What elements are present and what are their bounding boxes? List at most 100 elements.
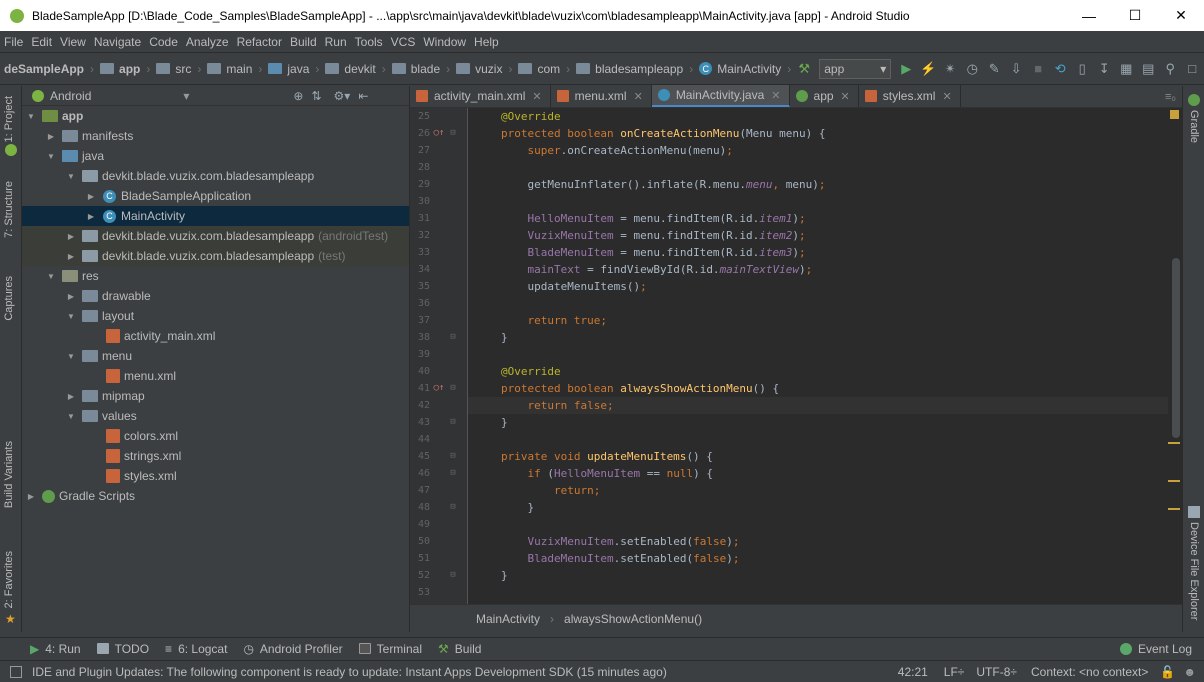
menu-window[interactable]: Window (419, 35, 470, 49)
collapse-arrow-icon[interactable]: ▼ (44, 152, 58, 161)
menu-code[interactable]: Code (145, 35, 182, 49)
expand-arrow-icon[interactable]: ▶ (64, 232, 78, 241)
inspector-icon[interactable]: ☻ (1179, 665, 1204, 679)
profile-icon[interactable]: ◷ (961, 58, 983, 80)
status-message[interactable]: IDE and Plugin Updates: The following co… (32, 665, 888, 679)
attach-debugger-icon[interactable]: ✎ (983, 58, 1005, 80)
menu-view[interactable]: View (56, 35, 90, 49)
menu-help[interactable]: Help (470, 35, 503, 49)
tree-node-drawable[interactable]: ▶ drawable (22, 286, 409, 306)
close-icon[interactable]: ✕ (771, 89, 780, 102)
menu-vcs[interactable]: VCS (387, 35, 420, 49)
fold-marker-icon[interactable]: ⊟ (446, 329, 460, 346)
warning-marker[interactable] (1168, 442, 1180, 444)
lock-icon[interactable]: 🔓 (1156, 665, 1179, 679)
collapse-arrow-icon[interactable]: ▼ (64, 172, 78, 181)
breadcrumb-app[interactable]: app (96, 62, 144, 76)
line-separator[interactable]: LF÷ (938, 665, 971, 679)
warning-marker[interactable] (1168, 508, 1180, 510)
gear-icon[interactable]: ⚙▾ (334, 89, 351, 103)
tab-styles-xml[interactable]: styles.xml ✕ (859, 85, 961, 107)
file-encoding[interactable]: UTF-8÷ (970, 665, 1023, 679)
fold-marker-icon[interactable]: ⊟ (446, 499, 460, 516)
breadcrumb-src[interactable]: src (152, 62, 195, 76)
tab-overflow-icon[interactable]: ≡₀ (1159, 91, 1182, 107)
chevron-down-icon[interactable]: ▾ (183, 89, 189, 103)
tab-activity-main-xml[interactable]: activity_main.xml ✕ (410, 85, 551, 107)
layout-inspector-icon[interactable]: ▤ (1137, 58, 1159, 80)
tree-node-styles-xml[interactable]: styles.xml (22, 466, 409, 486)
tree-node-manifests[interactable]: ▶ manifests (22, 126, 409, 146)
expand-arrow-icon[interactable]: ▶ (84, 192, 98, 201)
tree-node-package-androidtest[interactable]: ▶ devkit.blade.vuzix.com.bladesampleapp (a… (22, 226, 409, 246)
tree-node-menu[interactable]: ▼ menu (22, 346, 409, 366)
collapse-arrow-icon[interactable]: ▼ (64, 352, 78, 361)
breadcrumb-vuzix[interactable]: vuzix (452, 62, 506, 76)
close-icon[interactable]: ✕ (841, 90, 850, 103)
tree-node-res[interactable]: ▼ res (22, 266, 409, 286)
tab-app[interactable]: app ✕ (790, 85, 859, 107)
tree-node-gradle-scripts[interactable]: ▶ Gradle Scripts (22, 486, 409, 506)
run-tool-button[interactable]: ▶ 4: Run (0, 642, 89, 656)
fold-marker-icon[interactable]: ⊟ (446, 448, 460, 465)
terminal-tool-button[interactable]: Terminal (351, 642, 430, 656)
expand-arrow-icon[interactable]: ▶ (84, 212, 98, 221)
profiler-tool-button[interactable]: ◷ Android Profiler (235, 642, 350, 656)
code-area[interactable]: @Override protected boolean onCreateActi… (468, 108, 1168, 604)
tree-node-strings-xml[interactable]: strings.xml (22, 446, 409, 466)
gradle-tool-tab[interactable]: Gradle (1188, 110, 1200, 143)
tree-node-values[interactable]: ▼ values (22, 406, 409, 426)
breadcrumb-package[interactable]: bladesampleapp (572, 62, 687, 76)
breadcrumb-com[interactable]: com (514, 62, 564, 76)
avd-manager-icon[interactable]: ▯ (1071, 58, 1093, 80)
menu-edit[interactable]: Edit (27, 35, 56, 49)
menu-refactor[interactable]: Refactor (233, 35, 286, 49)
collapse-arrow-icon[interactable]: ▼ (44, 272, 58, 281)
menu-run[interactable]: Run (321, 35, 351, 49)
breadcrumb-mainactivity[interactable]: C MainActivity (695, 62, 785, 76)
fold-marker-icon[interactable]: ⊟ (446, 380, 460, 397)
expand-arrow-icon[interactable]: ▶ (64, 292, 78, 301)
todo-tool-button[interactable]: TODO (89, 642, 157, 656)
breadcrumb-project[interactable]: deSampleApp (0, 62, 88, 76)
tree-node-layout[interactable]: ▼ layout (22, 306, 409, 326)
tree-node-java[interactable]: ▼ java (22, 146, 409, 166)
close-button[interactable]: ✕ (1158, 0, 1204, 31)
override-marker-icon[interactable]: ◯↑ (432, 380, 446, 397)
logcat-tool-button[interactable]: ≡ 6: Logcat (157, 642, 235, 656)
sync-scroll-icon[interactable]: ⊕ (293, 89, 303, 103)
hide-panel-icon[interactable]: ⇤ (358, 89, 368, 103)
tree-node-bladesampleapplication[interactable]: ▶ C BladeSampleApplication (22, 186, 409, 206)
maximize-panel-icon[interactable]: □ (1181, 58, 1203, 80)
favorites-tool-tab[interactable]: 2: Favorites (3, 551, 15, 608)
context-indicator[interactable]: Context: <no context> (1023, 665, 1156, 679)
caret-position[interactable]: 42:21 (888, 665, 938, 679)
tree-node-menu-xml[interactable]: menu.xml (22, 366, 409, 386)
project-tool-tab[interactable]: 1: Project (3, 96, 15, 142)
tree-node-activity-main-xml[interactable]: activity_main.xml (22, 326, 409, 346)
maximize-button[interactable]: ☐ (1112, 0, 1158, 31)
fold-marker-icon[interactable]: ⊟ (446, 567, 460, 584)
override-marker-icon[interactable]: ◯↑ (432, 125, 446, 142)
tree-node-mipmap[interactable]: ▶ mipmap (22, 386, 409, 406)
menu-navigate[interactable]: Navigate (90, 35, 145, 49)
run-configuration-select[interactable]: app ▾ (819, 58, 892, 79)
expand-arrow-icon[interactable]: ▶ (44, 132, 58, 141)
scrollbar-thumb[interactable] (1172, 258, 1180, 438)
close-icon[interactable]: ✕ (634, 90, 643, 103)
collapse-arrow-icon[interactable]: ▼ (24, 112, 38, 121)
analysis-status-icon[interactable] (1170, 110, 1179, 119)
breadcrumb-main[interactable]: main (203, 62, 256, 76)
expand-arrow-icon[interactable]: ▶ (64, 392, 78, 401)
structure-tool-tab[interactable]: 7: Structure (3, 181, 15, 238)
project-view-select[interactable]: Android (50, 89, 91, 103)
project-structure-icon[interactable]: ▦ (1115, 58, 1137, 80)
collapse-arrow-icon[interactable]: ▼ (64, 412, 78, 421)
debug-icon[interactable]: ✴ (939, 58, 961, 80)
breadcrumb-class[interactable]: MainActivity (476, 612, 540, 626)
make-project-icon[interactable]: ⚒ (793, 58, 815, 80)
tab-mainactivity-java[interactable]: MainActivity.java ✕ (651, 85, 790, 107)
build-tool-button[interactable]: ⚒ Build (430, 642, 489, 656)
menu-tools[interactable]: Tools (351, 35, 387, 49)
stop-icon[interactable]: ■ (1027, 58, 1049, 80)
